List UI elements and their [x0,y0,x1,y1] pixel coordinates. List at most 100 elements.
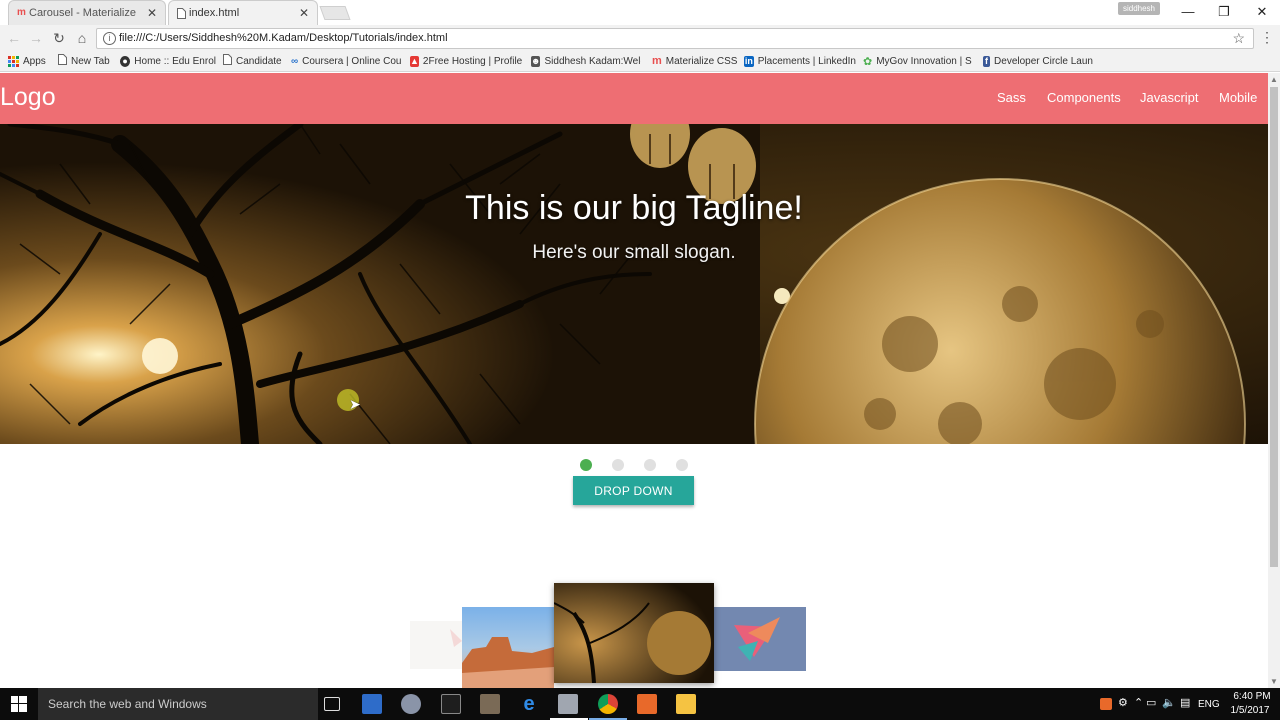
page-viewport: Logo Sass Components Javascript Mobile T… [0,73,1268,688]
hero-slider[interactable]: This is our big Tagline! Here's our smal… [0,124,1268,444]
mygov-icon: ✿ [863,55,873,68]
slider-indicator-1[interactable] [580,459,592,471]
task-view-icon[interactable] [324,697,340,711]
nav-link-sass[interactable]: Sass [997,90,1026,105]
forward-icon[interactable]: → [26,28,46,48]
browser-chrome: m Carousel - Materialize ✕ index.html ✕ … [0,0,1280,72]
bookmark-label: MyGov Innovation | S [876,55,972,67]
slider-indicator-4[interactable] [676,459,688,471]
menu-icon[interactable]: ⋮ [1260,30,1274,44]
bookmark-label: Developer Circle Laun [994,55,1093,67]
bookmark-linkedin[interactable]: in Placements | LinkedIn [744,53,856,69]
volume-icon[interactable]: 🔈 [1162,696,1176,709]
bookmark-candidate[interactable]: Candidate [223,53,285,69]
chrome-icon[interactable] [598,694,618,714]
bookmark-label: Materialize CSS [665,55,738,67]
carousel-item-3[interactable] [554,583,714,683]
hero-image [0,124,1268,444]
bookmark-label: Candidate [236,55,282,67]
address-row: ← → ↻ ⌂ i file:///C:/Users/Siddhesh%20M.… [0,25,1280,50]
profile-badge[interactable]: siddhesh [1118,2,1160,15]
bookmark-label: Home :: Edu Enrol [134,55,216,67]
bookmark-label: Apps [23,55,46,67]
nav-link-javascript[interactable]: Javascript [1140,90,1199,105]
edu-icon: ● [120,55,131,67]
nav-link-components[interactable]: Components [1047,90,1121,105]
notifications-icon[interactable]: ▤ [1180,696,1190,709]
close-window-icon[interactable]: ✕ [1250,3,1274,21]
page-icon [177,8,187,19]
tab-carousel-materialize[interactable]: m Carousel - Materialize ✕ [8,0,166,25]
bookmark-label: 2Free Hosting | Profile [422,55,522,67]
outlook-icon[interactable] [362,694,382,714]
bookmark-siddhesh-kadam[interactable]: ☻ Siddhesh Kadam:Welc [531,53,641,69]
bookmark-edu-enrol[interactable]: ● Home :: Edu Enrol [120,53,216,69]
info-icon[interactable]: i [103,32,116,45]
taskbar-search[interactable]: Search the web and Windows [38,688,318,720]
bookmark-label: Placements | LinkedIn [757,55,856,67]
coursera-icon: ∞ [291,55,299,67]
dropdown-button[interactable]: DROP DOWN [573,476,694,505]
network-icon[interactable]: ▭ [1146,696,1156,709]
bookmark-coursera[interactable]: ∞ Coursera | Online Cou [291,53,401,69]
page-scrollbar[interactable]: ▲ ▼ [1268,73,1280,688]
file-explorer-icon[interactable] [676,694,696,714]
carousel-item-2[interactable] [462,607,554,688]
new-tab-button[interactable] [319,6,351,20]
bookmark-label: Coursera | Online Cou [302,55,401,67]
bookmark-mygov[interactable]: ✿ MyGov Innovation | S [863,53,973,69]
materialize-icon: m [652,55,662,67]
start-button[interactable] [0,688,38,720]
app-icon-2[interactable] [401,694,421,714]
page-icon [223,54,232,68]
hero-slogan: Here's our small slogan. [532,242,736,263]
bookmark-materialize-css[interactable]: m Materialize CSS [652,53,738,69]
tray-icon-2[interactable]: ⚙ [1118,696,1128,709]
image-carousel[interactable] [400,583,820,688]
bookmark-star-icon[interactable]: ☆ [1232,30,1245,47]
bookmark-new-tab[interactable]: New Tab [58,53,114,69]
home-icon[interactable]: ⌂ [72,28,92,48]
carousel-item-1[interactable] [410,621,466,669]
windows-taskbar: Search the web and Windows e ⚙ ⌃ ▭ 🔈 ▤ E… [0,688,1280,720]
carousel-item-4[interactable] [714,607,806,671]
scrollbar-thumb[interactable] [1270,87,1278,567]
carousel-image-1 [450,629,462,647]
minimize-icon[interactable]: — [1176,3,1200,21]
profile-icon: ☻ [531,55,541,67]
app-icon-6[interactable] [558,694,578,714]
reload-icon[interactable]: ↻ [49,28,69,48]
bookmark-apps[interactable]: Apps [8,53,52,69]
close-tab-icon[interactable]: ✕ [147,6,157,20]
materialize-icon: m [17,7,26,18]
nav-link-mobile[interactable]: Mobile [1219,90,1257,105]
scroll-down-icon[interactable]: ▼ [1270,677,1278,686]
sublime-icon[interactable] [480,694,500,714]
bookmarks-bar: Apps New Tab ● Home :: Edu Enrol Candida… [0,50,1280,72]
terminal-icon[interactable] [441,694,461,714]
scroll-up-icon[interactable]: ▲ [1270,75,1278,84]
slider-indicator-2[interactable] [612,459,624,471]
windows-logo-icon [11,696,27,712]
tab-index-html[interactable]: index.html ✕ [168,0,318,25]
app-icon-8[interactable] [637,694,657,714]
back-icon[interactable]: ← [4,28,24,48]
tray-app-icon[interactable] [1100,698,1112,710]
tab-label: index.html [189,7,240,19]
clock-date[interactable]: 1/5/2017 [1228,705,1272,716]
tray-up-icon[interactable]: ⌃ [1134,696,1143,709]
slider-indicator-3[interactable] [644,459,656,471]
tab-strip: m Carousel - Materialize ✕ index.html ✕ … [0,0,1280,25]
bookmark-2free-hosting[interactable]: ▲ 2Free Hosting | Profile [410,53,522,69]
bookmark-developer-circle[interactable]: f Developer Circle Laun [983,53,1093,69]
tab-label: Carousel - Materialize [29,7,136,19]
close-tab-icon[interactable]: ✕ [299,6,309,20]
edge-icon[interactable]: e [519,694,539,714]
restore-icon[interactable]: ❐ [1212,3,1236,21]
site-logo[interactable]: Logo [0,83,56,112]
language-indicator[interactable]: ENG [1198,699,1220,710]
clock-time[interactable]: 6:40 PM [1232,691,1272,702]
hero-tagline: This is our big Tagline! [465,189,803,227]
site-navbar: Logo Sass Components Javascript Mobile [0,73,1268,124]
address-bar[interactable]: i file:///C:/Users/Siddhesh%20M.Kadam/De… [96,28,1254,49]
